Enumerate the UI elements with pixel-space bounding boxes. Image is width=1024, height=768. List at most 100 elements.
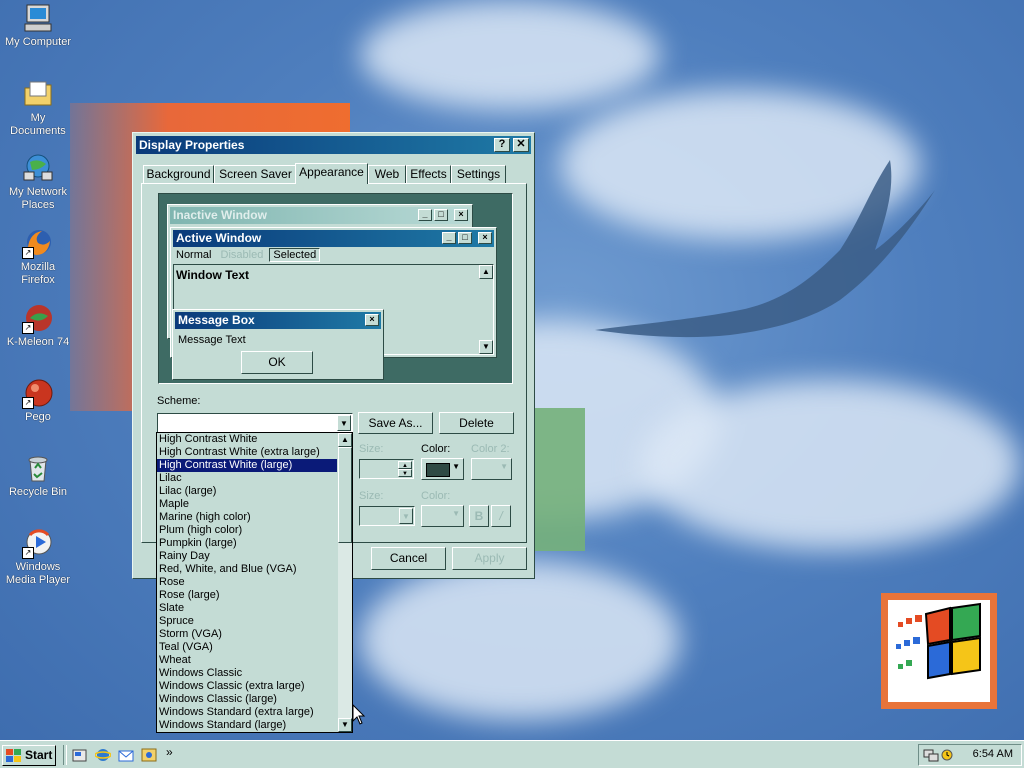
preview-active-title: Active Window _ □ ×	[173, 230, 494, 247]
icon-label: Pego	[25, 411, 51, 423]
scheme-option[interactable]: Slate	[157, 602, 337, 615]
tab-screen-saver[interactable]: Screen Saver	[214, 165, 297, 183]
clock[interactable]: 6:54 AM	[973, 748, 1013, 760]
scheme-select[interactable]: ▼	[157, 413, 353, 433]
scheme-option[interactable]: Windows Classic (extra large)	[157, 680, 337, 693]
k-meleon-icon: ↗	[22, 302, 54, 334]
scheme-option[interactable]: Lilac	[157, 472, 337, 485]
internet-explorer-icon[interactable]	[95, 747, 111, 763]
scheme-option[interactable]: Pumpkin (large)	[157, 537, 337, 550]
scheme-option[interactable]: Spruce	[157, 615, 337, 628]
desktop-icon-media-player[interactable]: ↗ Windows Media Player	[2, 527, 74, 587]
bold-button[interactable]: B	[469, 505, 489, 527]
scheme-dropdown-list[interactable]: High Contrast White High Contrast White (…	[156, 432, 353, 733]
font-color-label: Color:	[421, 490, 451, 502]
icon-label: My Network Places	[8, 186, 68, 211]
icon-label: Mozilla Firefox	[20, 261, 56, 286]
desktop-icon-network-places[interactable]: My Network Places	[2, 152, 74, 212]
scheme-option[interactable]: Rose	[157, 576, 337, 589]
desktop-icon-recycle-bin[interactable]: Recycle Bin	[2, 452, 74, 499]
preview-menu-disabled: Disabled	[220, 249, 264, 261]
dropdown-arrow-icon: ▼	[452, 462, 460, 471]
cancel-button[interactable]: Cancel	[371, 547, 446, 570]
dropdown-arrow-icon: ▼	[452, 509, 460, 518]
delete-button[interactable]: Delete	[439, 412, 514, 434]
color-label: Color:	[421, 443, 451, 455]
diver-silhouette	[595, 160, 935, 338]
desktop-icon-k-meleon[interactable]: ↗ K-Meleon 74	[2, 302, 74, 349]
font-color-button[interactable]: ▼	[421, 505, 464, 527]
spin-down-icon[interactable]: ▼	[398, 469, 412, 477]
scheme-preview[interactable]: Inactive Window _ □ × Active Window _ □ …	[158, 193, 513, 384]
scroll-down-icon[interactable]: ▼	[338, 718, 352, 732]
scheme-option[interactable]: Windows Classic (large)	[157, 693, 337, 706]
preview-inactive-title: Inactive Window _ □ ×	[170, 207, 470, 224]
dropdown-arrow-icon[interactable]: ▼	[337, 415, 351, 431]
system-tray: 6:54 AM	[918, 744, 1022, 766]
scheme-option[interactable]: Rose (large)	[157, 589, 337, 602]
icon-label: Recycle Bin	[8, 486, 68, 498]
italic-button[interactable]: /	[491, 505, 511, 527]
scheme-option[interactable]: Storm (VGA)	[157, 628, 337, 641]
scheduler-tray-icon[interactable]	[940, 747, 954, 763]
scheme-option[interactable]: Maple	[157, 498, 337, 511]
scrollbar-thumb[interactable]	[338, 447, 352, 543]
window-title: Display Properties	[139, 138, 245, 152]
tab-effects[interactable]: Effects	[406, 165, 451, 183]
show-desktop-icon[interactable]	[72, 747, 88, 763]
spin-up-icon[interactable]: ▲	[398, 461, 412, 469]
pego-icon: ↗	[22, 377, 54, 409]
scheme-option[interactable]: Wheat	[157, 654, 337, 667]
font-size-select[interactable]: ▼	[359, 506, 415, 526]
scheme-option[interactable]: Marine (high color)	[157, 511, 337, 524]
shortcut-arrow-icon: ↗	[22, 322, 34, 334]
start-button[interactable]: Start	[2, 745, 56, 766]
scheme-option[interactable]: Red, White, and Blue (VGA)	[157, 563, 337, 576]
desktop-icon-firefox[interactable]: ↗ Mozilla Firefox	[2, 227, 74, 287]
scheme-label: Scheme:	[157, 395, 201, 407]
scheme-option[interactable]: High Contrast White	[157, 433, 337, 446]
scheme-option[interactable]: Rainy Day	[157, 550, 337, 563]
window-titlebar[interactable]: Display Properties ? ✕	[136, 136, 531, 154]
scheme-option[interactable]: Plum (high color)	[157, 524, 337, 537]
mouse-cursor-icon	[352, 704, 366, 725]
help-button[interactable]: ?	[494, 138, 510, 152]
shortcut-arrow-icon: ↗	[22, 547, 34, 559]
tab-background[interactable]: Background	[143, 165, 214, 183]
color-picker-button[interactable]: ▼	[421, 458, 464, 480]
channels-icon[interactable]	[141, 747, 157, 763]
dropdown-arrow-icon[interactable]: ▼	[399, 508, 413, 524]
desktop-icon-my-documents[interactable]: My Documents	[2, 78, 74, 138]
color2-picker-button[interactable]: ▼	[471, 458, 512, 480]
size-spinner[interactable]: ▲ ▼	[359, 459, 414, 479]
scheme-option[interactable]: Windows Standard (large)	[157, 719, 337, 732]
desktop-icon-my-computer[interactable]: My Computer	[2, 2, 74, 49]
dropdown-scrollbar[interactable]: ▲ ▼	[338, 433, 352, 732]
save-as-button[interactable]: Save As...	[358, 412, 433, 434]
close-icon: ×	[454, 209, 468, 221]
scroll-up-icon[interactable]: ▲	[338, 433, 352, 447]
tab-settings[interactable]: Settings	[451, 165, 506, 183]
scheme-option[interactable]: Windows Classic	[157, 667, 337, 680]
windows-flag-icon	[6, 749, 21, 762]
color-swatch	[426, 463, 450, 477]
taskbar-separator	[63, 745, 67, 765]
network-tray-icon[interactable]	[923, 747, 939, 763]
scheme-option[interactable]: High Contrast White (extra large)	[157, 446, 337, 459]
scheme-option[interactable]: Lilac (large)	[157, 485, 337, 498]
firefox-icon: ↗	[22, 227, 54, 259]
shortcut-arrow-icon: ↗	[22, 247, 34, 259]
scheme-option[interactable]: High Contrast White (large)	[157, 459, 337, 472]
close-button[interactable]: ✕	[513, 138, 529, 152]
scheme-option[interactable]: Teal (VGA)	[157, 641, 337, 654]
scheme-option[interactable]: Windows Standard (extra large)	[157, 706, 337, 719]
start-label: Start	[25, 748, 53, 762]
tab-appearance[interactable]: Appearance	[295, 163, 368, 184]
apply-button[interactable]: Apply	[452, 547, 527, 570]
preview-msgbox-text: Message Text	[178, 334, 246, 346]
quick-launch-chevron[interactable]: »	[166, 745, 173, 759]
desktop-icon-pego[interactable]: ↗ Pego	[2, 377, 74, 424]
outlook-express-icon[interactable]	[118, 747, 134, 763]
maximize-icon: □	[458, 232, 472, 244]
tab-web[interactable]: Web	[368, 165, 406, 183]
